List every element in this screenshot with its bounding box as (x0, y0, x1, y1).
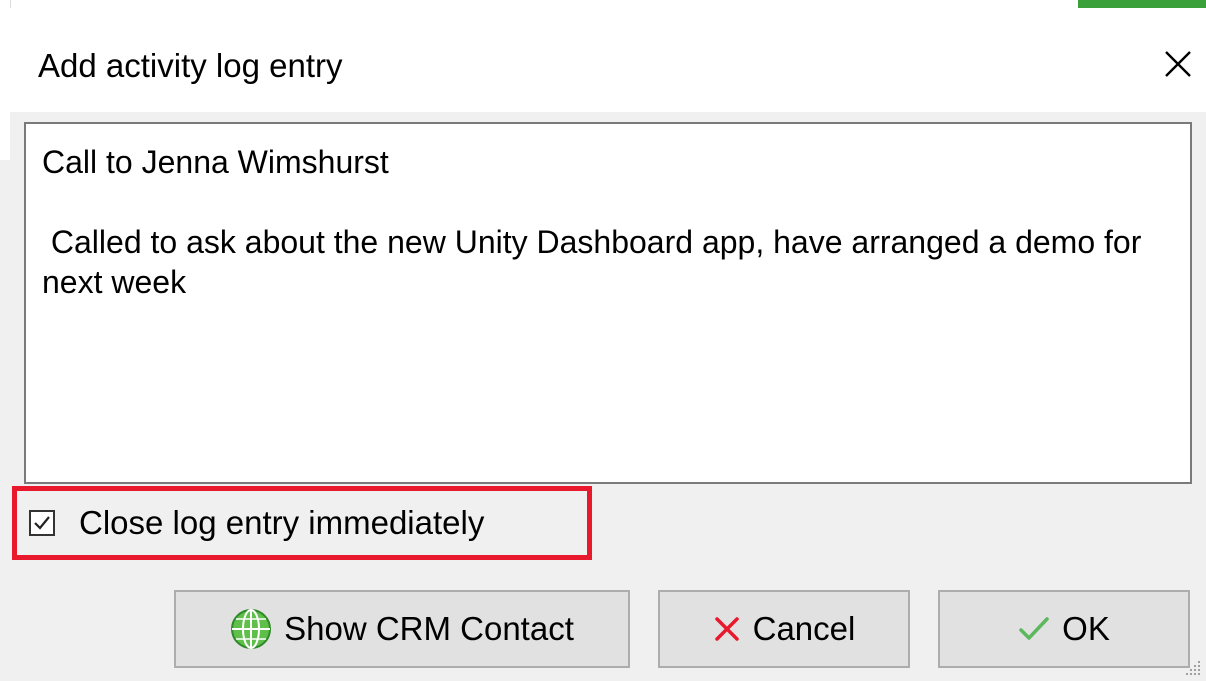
resize-grip-icon[interactable] (1184, 659, 1202, 677)
globe-icon (230, 608, 272, 650)
background-window-accent (1078, 0, 1206, 8)
checkmark-icon (34, 516, 50, 530)
dialog-body: Call to Jenna Wimshurst Called to ask ab… (10, 112, 1206, 681)
close-button[interactable] (1150, 32, 1206, 96)
close-entry-label: Close log entry immediately (79, 504, 485, 541)
show-crm-contact-label: Show CRM Contact (284, 610, 574, 647)
close-icon (1165, 51, 1191, 77)
cancel-label: Cancel (752, 610, 856, 647)
ok-label: OK (1062, 610, 1110, 647)
ok-button[interactable]: OK (938, 590, 1190, 668)
notes-textarea[interactable]: Call to Jenna Wimshurst Called to ask ab… (24, 122, 1192, 484)
show-crm-contact-button[interactable]: Show CRM Contact (174, 590, 630, 668)
cancel-button[interactable]: Cancel (658, 590, 910, 668)
x-icon (713, 615, 741, 643)
close-entry-checkbox[interactable] (29, 510, 55, 536)
close-entry-checkbox-row[interactable]: Close log entry immediately (12, 486, 592, 560)
activity-log-dialog: Add activity log entry Call to Jenna Wim… (0, 0, 1206, 681)
title-bar: Add activity log entry (10, 8, 1206, 112)
dialog-title: Add activity log entry (38, 47, 343, 84)
background-window-edge (0, 0, 1206, 8)
checkmark-icon (1018, 615, 1050, 643)
